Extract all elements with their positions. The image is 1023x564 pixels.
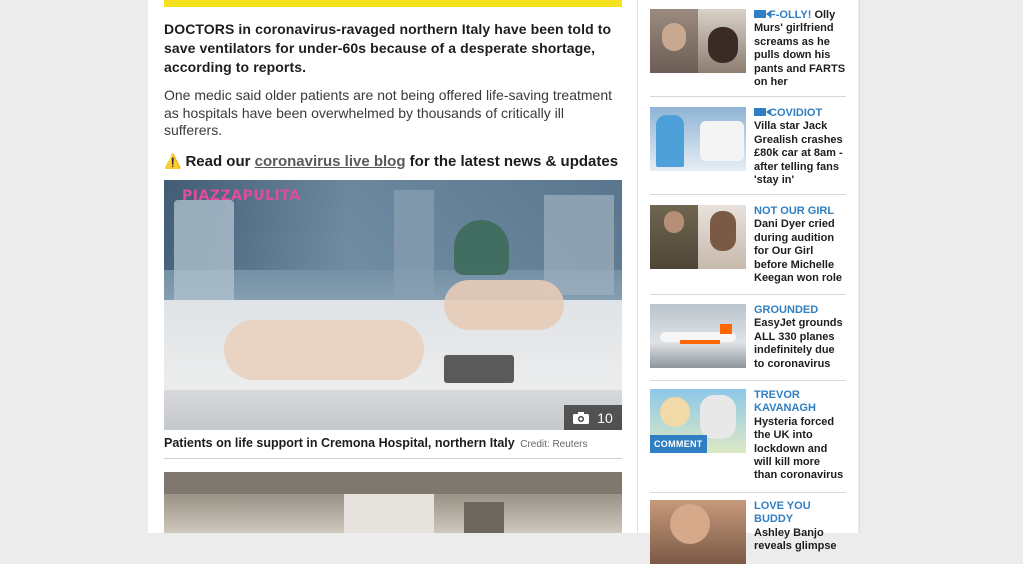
camera-icon xyxy=(573,411,590,424)
story-thumbnail[interactable] xyxy=(650,9,746,73)
sidebar-story[interactable]: LOVE YOU BUDDY Ashley Banjo reveals glim… xyxy=(650,500,848,564)
hospital-photo[interactable]: PIAZZAPULITA 10 xyxy=(164,180,622,430)
article-body: DOCTORS in coronavirus-ravaged northern … xyxy=(164,20,624,171)
article-paragraph: One medic said older patients are not be… xyxy=(164,87,612,138)
divider xyxy=(650,492,846,493)
photo-caption: Patients on life support in Cremona Hosp… xyxy=(164,436,622,459)
story-headline: Villa star Jack Grealish crashes £80k ca… xyxy=(754,120,843,187)
story-thumbnail[interactable]: COMMENT xyxy=(650,389,746,453)
top-accent-bar xyxy=(164,0,622,7)
article-lead: DOCTORS in coronavirus-ravaged northern … xyxy=(164,21,612,75)
liveblog-prefix: Read our xyxy=(185,152,251,170)
warning-icon: ⚠️ xyxy=(164,152,182,169)
divider xyxy=(650,194,846,195)
story-kicker: NOT OUR GIRL xyxy=(754,205,835,217)
story-kicker: GROUNDED xyxy=(754,304,819,316)
liveblog-promo: ⚠️ Read our coronavirus live blog for the… xyxy=(164,152,624,171)
photo-credit: Credit: Reuters xyxy=(520,439,588,450)
story-thumbnail[interactable] xyxy=(650,500,746,564)
photo-watermark: PIAZZAPULITA xyxy=(182,188,301,204)
liveblog-suffix: for the latest news & updates xyxy=(409,152,619,170)
caption-text: Patients on life support in Cremona Hosp… xyxy=(164,436,515,450)
comment-tag: COMMENT xyxy=(650,435,707,453)
story-headline: Dani Dyer cried during audition for Our … xyxy=(754,218,843,285)
story-kicker: LOVE YOU BUDDY xyxy=(754,500,811,526)
sidebar-story[interactable]: COMMENT TREVOR KAVANAGH Hysteria forced … xyxy=(650,389,848,483)
sidebar-story[interactable]: F-OLLY! Olly Murs' girlfriend screams as… xyxy=(650,9,848,89)
story-headline: Ashley Banjo reveals glimpse xyxy=(754,526,837,553)
story-thumbnail[interactable] xyxy=(650,205,746,269)
sidebar-story[interactable]: NOT OUR GIRL Dani Dyer cried during audi… xyxy=(650,205,848,285)
story-thumbnail[interactable] xyxy=(650,107,746,171)
story-headline: EasyJet grounds ALL 330 planes indefinit… xyxy=(754,317,843,370)
liveblog-link[interactable]: coronavirus live blog xyxy=(255,153,406,170)
divider xyxy=(650,294,846,295)
divider xyxy=(650,96,846,97)
video-icon xyxy=(754,10,770,18)
video-icon xyxy=(754,108,770,116)
gallery-counter[interactable]: 10 xyxy=(564,405,622,430)
second-photo[interactable] xyxy=(164,472,622,533)
sidebar-story[interactable]: GROUNDED EasyJet grounds ALL 330 planes … xyxy=(650,304,848,371)
story-headline: Hysteria forced the UK into lockdown and… xyxy=(754,415,844,482)
gallery-count: 10 xyxy=(597,409,613,426)
story-kicker: F-OLLY! xyxy=(769,9,812,21)
story-thumbnail[interactable] xyxy=(650,304,746,368)
story-kicker: TREVOR KAVANAGH xyxy=(754,389,816,415)
sidebar-story[interactable]: COVIDIOT Villa star Jack Grealish crashe… xyxy=(650,107,848,187)
divider xyxy=(650,380,846,381)
story-kicker: COVIDIOT xyxy=(769,107,823,119)
